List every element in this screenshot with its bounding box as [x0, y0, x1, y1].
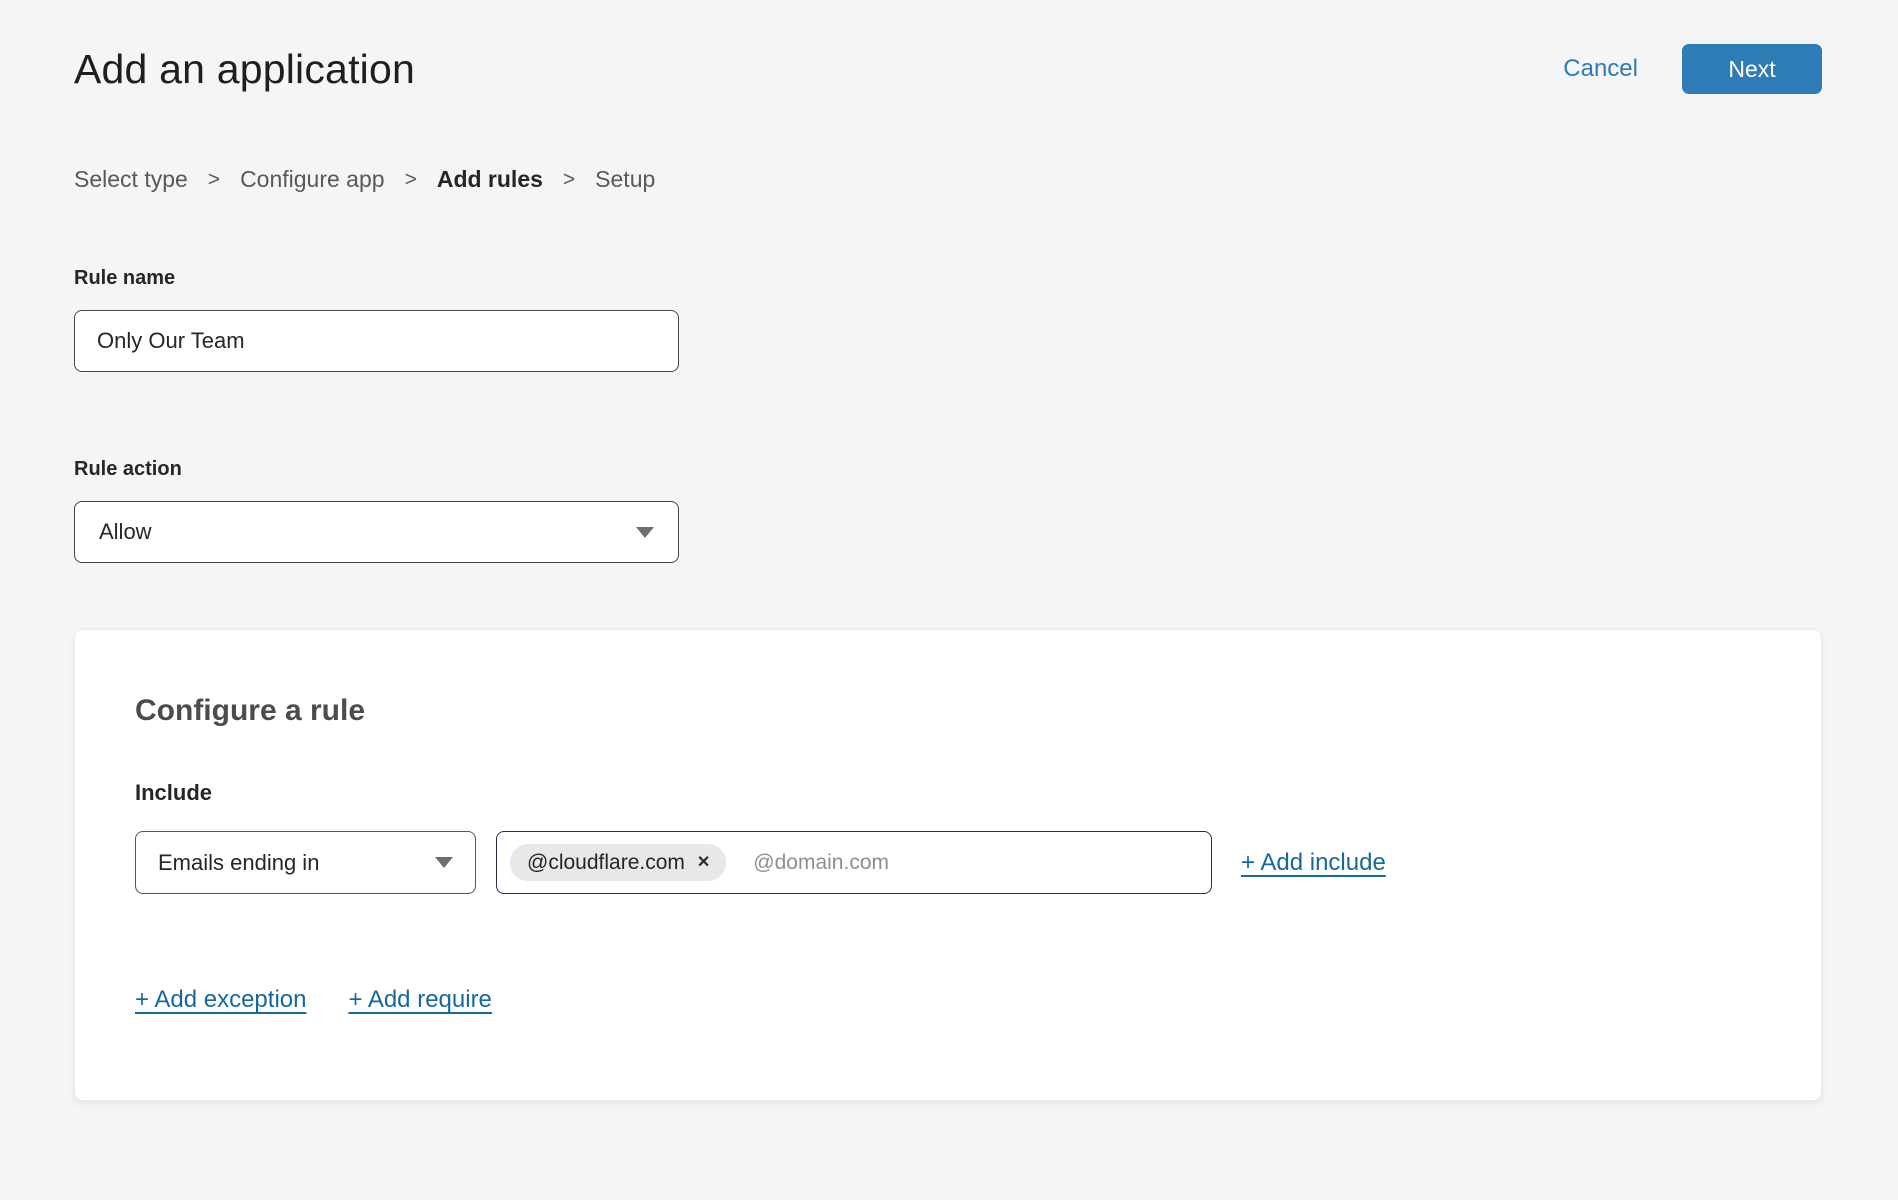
page-header: Add an application Cancel Next: [74, 44, 1822, 94]
remove-icon[interactable]: ✕: [697, 855, 710, 871]
chevron-down-icon: [636, 527, 654, 538]
rule-name-input[interactable]: [74, 310, 679, 372]
header-actions: Cancel Next: [1563, 44, 1822, 94]
include-label: Include: [135, 780, 1761, 806]
include-selector[interactable]: Emails ending in: [135, 831, 476, 894]
rule-card-links: + Add exception + Add require: [135, 986, 1761, 1014]
breadcrumb-step-setup[interactable]: Setup: [595, 166, 655, 193]
include-value-input[interactable]: @cloudflare.com ✕: [496, 831, 1212, 894]
next-button[interactable]: Next: [1682, 44, 1822, 94]
add-require-link[interactable]: + Add require: [348, 986, 491, 1014]
add-include-link[interactable]: + Add include: [1241, 849, 1386, 877]
breadcrumb: Select type > Configure app > Add rules …: [74, 166, 1822, 193]
add-application-page: Add an application Cancel Next Select ty…: [0, 0, 1898, 1101]
breadcrumb-step-configure-app[interactable]: Configure app: [240, 166, 385, 193]
rule-card-title: Configure a rule: [135, 694, 1761, 728]
breadcrumb-step-select-type[interactable]: Select type: [74, 166, 188, 193]
cancel-button[interactable]: Cancel: [1563, 55, 1638, 83]
add-exception-link[interactable]: + Add exception: [135, 986, 306, 1014]
rule-action-label: Rule action: [74, 458, 1822, 481]
breadcrumb-separator: >: [208, 168, 220, 192]
email-domain-chip: @cloudflare.com ✕: [510, 844, 726, 881]
chevron-down-icon: [435, 857, 453, 868]
rule-name-label: Rule name: [74, 267, 1822, 290]
email-domain-chip-text: @cloudflare.com: [527, 851, 685, 875]
email-domain-text-input[interactable]: [753, 851, 1198, 875]
breadcrumb-separator: >: [405, 168, 417, 192]
include-rule-row: Emails ending in @cloudflare.com ✕ + Add…: [135, 831, 1761, 894]
rule-action-select[interactable]: Allow: [74, 501, 679, 563]
rule-action-selected-value: Allow: [99, 519, 152, 545]
configure-rule-card: Configure a rule Include Emails ending i…: [74, 629, 1822, 1101]
breadcrumb-step-add-rules[interactable]: Add rules: [437, 166, 543, 193]
page-title: Add an application: [74, 46, 415, 93]
breadcrumb-separator: >: [563, 168, 575, 192]
include-selector-value: Emails ending in: [158, 850, 319, 876]
